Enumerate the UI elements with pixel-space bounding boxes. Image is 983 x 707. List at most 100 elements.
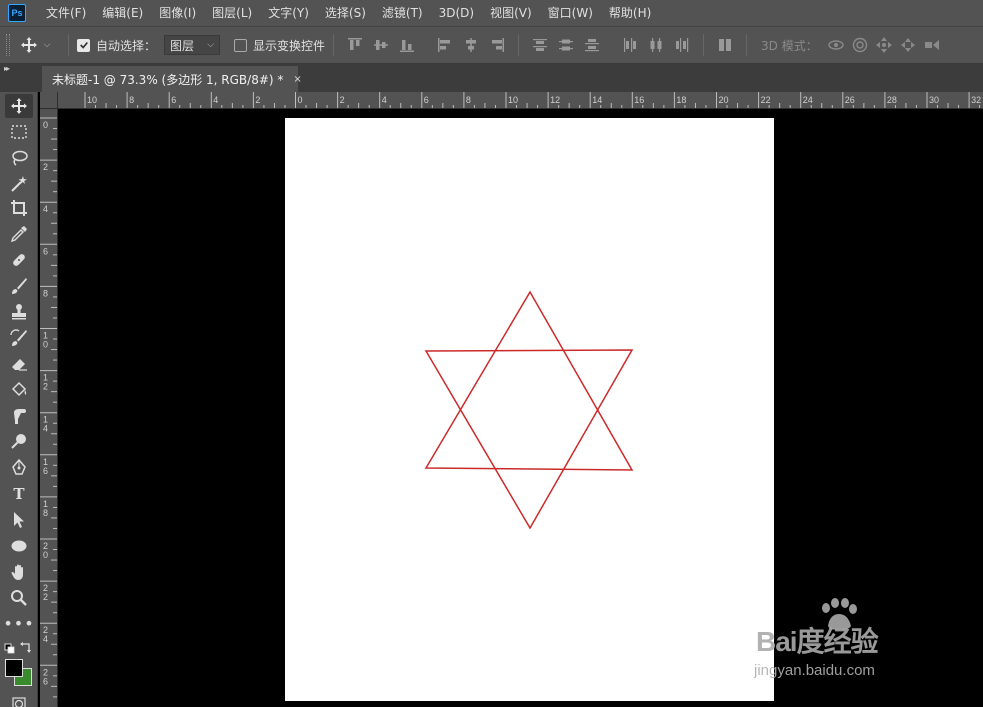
menu-bar: Ps 文件(F) 编辑(E) 图像(I) 图层(L) 文字(Y) 选择(S) 滤… <box>0 0 983 26</box>
align-horizontal-center-icon[interactable] <box>461 35 481 55</box>
3d-slide-icon[interactable] <box>898 35 918 55</box>
align-left-icon[interactable] <box>435 35 455 55</box>
crop-tool[interactable] <box>5 196 33 220</box>
collapse-panels-icon[interactable]: ▸▸ <box>4 64 10 73</box>
chevron-down-icon[interactable]: ⌵ <box>40 40 54 50</box>
3d-orbit-icon[interactable] <box>826 35 846 55</box>
ruler-label: 4 <box>43 424 48 434</box>
divider <box>746 34 748 56</box>
smudge-tool[interactable] <box>5 404 33 428</box>
align-vertical-center-icon[interactable] <box>371 35 391 55</box>
bandage-icon <box>13 254 25 266</box>
document-canvas[interactable] <box>285 118 774 701</box>
ruler-origin[interactable] <box>40 92 58 109</box>
menu-view[interactable]: 视图(V) <box>482 0 540 26</box>
menu-type[interactable]: 文字(Y) <box>260 0 317 26</box>
move-tool[interactable] <box>5 94 33 118</box>
paint-bucket-icon <box>11 381 27 397</box>
distribute-top-icon[interactable] <box>530 35 550 55</box>
divider <box>68 34 69 56</box>
auto-select-checkbox[interactable] <box>77 38 90 52</box>
canvas-artwork <box>424 290 634 530</box>
document-tab-title: 未标题-1 @ 73.3% (多边形 1, RGB/8#) * <box>52 72 284 87</box>
divider <box>333 34 335 56</box>
distribute-horizontal-center-icon[interactable] <box>646 35 666 55</box>
type-tool[interactable]: T <box>5 482 33 506</box>
ellipse-icon <box>11 540 27 552</box>
rectangular-marquee-icon <box>11 125 27 139</box>
document-tab-strip: 未标题-1 @ 73.3% (多边形 1, RGB/8#) * × <box>40 64 983 92</box>
default-colors-icon[interactable] <box>4 643 15 654</box>
hexagram-up-triangle[interactable] <box>424 290 634 471</box>
brush-tool[interactable] <box>5 274 33 298</box>
hand-tool[interactable] <box>5 560 33 584</box>
ruler-label: 28 <box>887 95 897 105</box>
menu-3d[interactable]: 3D(D) <box>431 0 482 26</box>
move-tool-preset-icon[interactable] <box>18 34 40 56</box>
hexagram-down-triangle[interactable] <box>424 349 634 530</box>
ruler-label: 6 <box>424 95 429 105</box>
auto-select-target-dropdown[interactable]: 图层 ⌵ <box>164 35 221 55</box>
lasso-tool[interactable] <box>5 146 33 170</box>
ruler-label: 2 <box>43 382 48 392</box>
ruler-label: 18 <box>676 95 686 105</box>
menu-select[interactable]: 选择(S) <box>317 0 374 26</box>
menu-layer[interactable]: 图层(L) <box>204 0 260 26</box>
ruler-label: 8 <box>43 288 48 298</box>
menu-file[interactable]: 文件(F) <box>38 0 94 26</box>
photoshop-logo[interactable]: Ps <box>8 4 26 22</box>
arrow-cursor-icon <box>14 512 24 528</box>
menu-image[interactable]: 图像(I) <box>151 0 204 26</box>
align-right-icon[interactable] <box>487 35 507 55</box>
foreground-color-swatch[interactable] <box>5 659 23 677</box>
eyedropper-tool[interactable] <box>5 222 33 246</box>
menu-filter[interactable]: 滤镜(T) <box>374 0 431 26</box>
watermark-url: jingyan.baidu.com <box>754 662 875 679</box>
swap-colors-icon[interactable] <box>20 642 31 653</box>
eraser-icon <box>12 359 27 371</box>
3d-pan-icon[interactable] <box>874 35 894 55</box>
close-tab-icon[interactable]: × <box>293 74 301 85</box>
options-bar-grip[interactable] <box>6 34 10 56</box>
distribute-left-icon[interactable] <box>620 35 640 55</box>
type-icon: T <box>13 485 25 503</box>
pen-icon <box>12 459 26 475</box>
document-tab[interactable]: 未标题-1 @ 73.3% (多边形 1, RGB/8#) * × <box>42 66 302 92</box>
pen-tool[interactable] <box>5 456 33 480</box>
ruler-label: 26 <box>845 95 855 105</box>
ruler-label: 6 <box>171 95 176 105</box>
ellipse-tool[interactable] <box>5 534 33 558</box>
magic-wand-tool[interactable] <box>5 172 33 196</box>
show-transform-checkbox[interactable] <box>234 38 248 52</box>
marquee-tool[interactable] <box>5 120 33 144</box>
history-brush-tool[interactable] <box>5 326 33 350</box>
healing-brush-tool[interactable] <box>5 248 33 272</box>
auto-select-target-value: 图层 <box>170 38 195 53</box>
distribute-right-icon[interactable] <box>672 35 692 55</box>
dodge-tool[interactable] <box>5 430 33 454</box>
align-top-icon[interactable] <box>345 35 365 55</box>
eraser-tool[interactable] <box>5 352 33 376</box>
horizontal-ruler-ticks: 10 8 6 4 2 0 2 4 6 8 10 12 14 16 18 20 22 24 26 28 30 32 <box>84 92 981 108</box>
menu-window[interactable]: 窗口(W) <box>540 0 601 26</box>
distribute-vertical-center-icon[interactable] <box>556 35 576 55</box>
menu-edit[interactable]: 编辑(E) <box>94 0 151 26</box>
zoom-tool[interactable] <box>5 586 33 610</box>
3d-roll-icon[interactable] <box>850 35 870 55</box>
move-icon <box>11 98 27 114</box>
quick-mask-button[interactable] <box>5 692 33 707</box>
3d-scale-icon[interactable] <box>922 35 942 55</box>
path-selection-tool[interactable] <box>5 508 33 532</box>
ruler-label: 2 <box>43 162 48 172</box>
clone-stamp-tool[interactable] <box>5 300 33 324</box>
menu-help[interactable]: 帮助(H) <box>601 0 659 26</box>
align-bottom-icon[interactable] <box>397 35 417 55</box>
distribute-bottom-icon[interactable] <box>582 35 602 55</box>
baidu-jingyan-watermark: Bai度经验 jingyan.baidu.com <box>750 598 950 698</box>
vertical-ruler[interactable]: 02468101214161820222426 <box>40 109 58 707</box>
edit-toolbar-button[interactable]: ••• <box>3 612 33 636</box>
paint-bucket-tool[interactable] <box>5 378 33 402</box>
horizontal-ruler[interactable]: 10 8 6 4 2 0 2 4 6 8 10 12 14 16 18 20 22 24 26 28 30 32 <box>58 92 983 109</box>
ruler-label: 6 <box>43 676 48 686</box>
auto-align-layers-icon[interactable] <box>715 35 735 55</box>
